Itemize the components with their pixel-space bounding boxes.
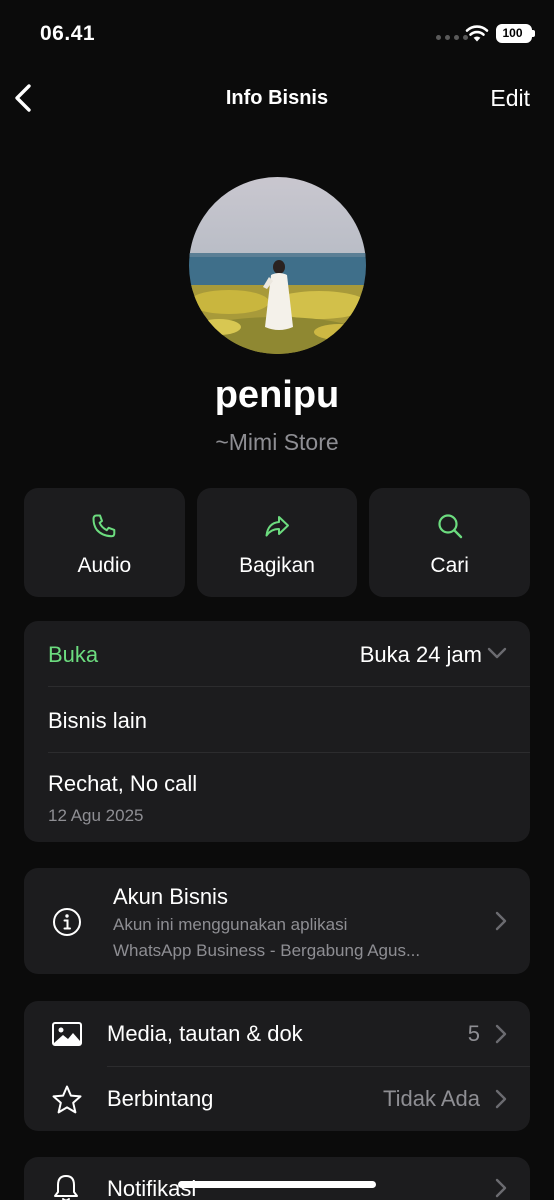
- notifications-label: Notifikasi: [107, 1176, 197, 1200]
- chevron-down-icon: [487, 647, 507, 659]
- wifi-icon: [465, 25, 489, 42]
- star-icon: [52, 1085, 82, 1114]
- starred-label: Berbintang: [107, 1086, 214, 1111]
- info-icon: [53, 908, 81, 936]
- status-time: 06.41: [40, 22, 96, 45]
- notifications-row[interactable]: Notifikasi: [24, 1157, 530, 1200]
- bell-icon: [54, 1175, 78, 1200]
- business-name: penipu: [214, 374, 340, 416]
- account-description-line2: WhatsApp Business - Bergabung Agus...: [113, 941, 421, 960]
- chevron-right-icon: [495, 911, 507, 931]
- audio-call-button[interactable]: Audio: [24, 488, 185, 597]
- search-label: Cari: [430, 554, 469, 577]
- divider: [48, 686, 530, 687]
- navigation-bar: Info Bisnis Edit: [0, 70, 554, 126]
- cellular-signal-icon: [436, 35, 468, 40]
- business-account-row[interactable]: Akun Bisnis Akun ini menggunakan aplikas…: [24, 868, 530, 974]
- quick-actions: Audio Bagikan Cari: [24, 488, 531, 597]
- battery-icon: 100: [496, 24, 532, 43]
- account-title: Akun Bisnis: [113, 884, 228, 909]
- status-bar: 06.41 100: [0, 0, 554, 70]
- media-count: 5: [467, 1021, 480, 1046]
- hours-value: Buka 24 jam: [359, 642, 482, 667]
- avatar-photo: [189, 177, 366, 354]
- share-button[interactable]: Bagikan: [196, 488, 358, 597]
- battery-level: 100: [502, 26, 523, 40]
- other-business-row[interactable]: Bisnis lain: [48, 708, 147, 734]
- battery-cap: [532, 30, 535, 37]
- chevron-right-icon: [495, 1178, 507, 1198]
- media-starred-card: Media, tautan & dok 5 Berbintang Tidak A…: [24, 1001, 530, 1131]
- about-text: Rechat, No call: [48, 771, 198, 796]
- chevron-right-icon: [495, 1089, 507, 1109]
- share-icon: [265, 516, 289, 537]
- account-description-line1: Akun ini menggunakan aplikasi: [113, 915, 348, 934]
- about-date: 12 Agu 2025: [48, 806, 144, 825]
- business-details-card: Buka Buka 24 jam Bisnis lain Rechat, No …: [24, 621, 530, 842]
- media-label: Media, tautan & dok: [107, 1021, 303, 1046]
- divider: [48, 752, 530, 753]
- profile-avatar[interactable]: [189, 177, 366, 354]
- home-indicator[interactable]: [178, 1181, 376, 1188]
- business-display-name: ~Mimi Store: [215, 429, 339, 455]
- phone-icon: [92, 514, 116, 538]
- share-label: Bagikan: [239, 554, 315, 577]
- starred-value: Tidak Ada: [382, 1086, 480, 1111]
- chevron-right-icon: [495, 1024, 507, 1044]
- hours-status-label: Buka: [48, 642, 99, 667]
- edit-button[interactable]: Edit: [490, 85, 530, 112]
- search-button[interactable]: Cari: [369, 488, 531, 597]
- search-icon: [438, 514, 462, 539]
- audio-label: Audio: [77, 554, 132, 577]
- image-icon: [52, 1022, 82, 1046]
- page-title: Info Bisnis: [225, 87, 329, 109]
- divider: [107, 1066, 530, 1067]
